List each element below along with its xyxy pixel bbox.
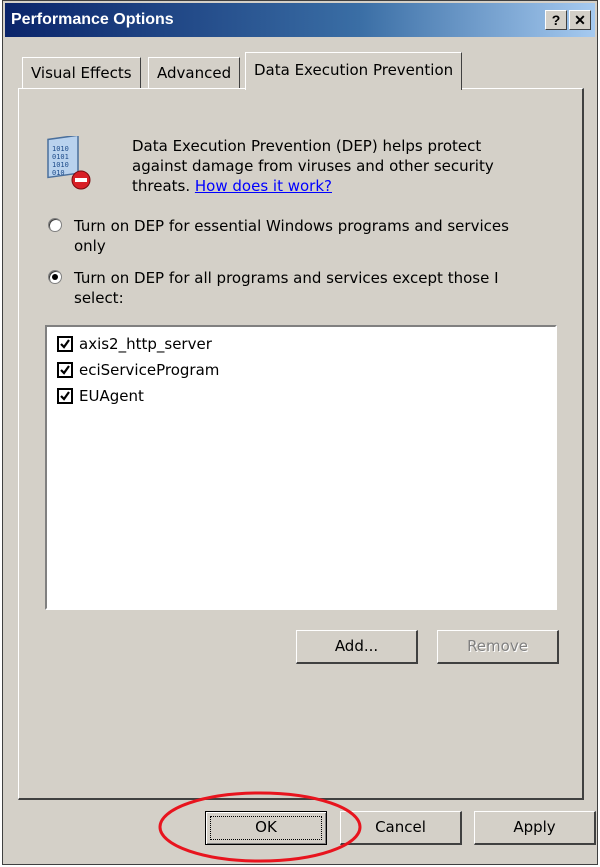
list-item-label: eciServiceProgram xyxy=(79,361,220,379)
radio-label: Turn on DEP for all programs and service… xyxy=(74,269,499,307)
tab-advanced[interactable]: Advanced xyxy=(148,57,241,88)
svg-text:1010: 1010 xyxy=(52,145,69,153)
focus-rectangle xyxy=(210,816,322,840)
dep-shield-icon: 1010 0101 1010 010 xyxy=(47,136,91,190)
dep-description: Data Execution Prevention (DEP) helps pr… xyxy=(132,136,532,196)
tab-visual-effects[interactable]: Visual Effects xyxy=(22,57,141,88)
list-item-label: axis2_http_server xyxy=(79,335,212,353)
radio-button[interactable] xyxy=(48,218,62,232)
add-button[interactable]: Add... xyxy=(296,630,418,664)
checkmark-icon xyxy=(60,391,70,401)
radio-label: Turn on DEP for essential Windows progra… xyxy=(74,217,509,255)
svg-text:010: 010 xyxy=(52,169,65,177)
list-item-label: EUAgent xyxy=(79,387,144,405)
tab-data-execution-prevention[interactable]: Data Execution Prevention xyxy=(245,52,463,90)
ok-button[interactable]: OK xyxy=(205,811,327,845)
help-button[interactable]: ? xyxy=(545,10,567,30)
remove-button[interactable]: Remove xyxy=(437,630,559,664)
svg-text:1010: 1010 xyxy=(52,161,69,169)
window-title: Performance Options xyxy=(11,11,174,28)
radio-selected-dot xyxy=(52,274,58,280)
apply-button[interactable]: Apply xyxy=(474,811,596,845)
checkbox[interactable] xyxy=(57,362,73,378)
checkmark-icon xyxy=(60,339,70,349)
checkbox[interactable] xyxy=(57,388,73,404)
svg-text:0101: 0101 xyxy=(52,153,69,161)
title-bar[interactable]: Performance Options ? ✕ xyxy=(5,3,595,37)
close-button[interactable]: ✕ xyxy=(569,10,591,30)
checkmark-icon xyxy=(60,365,70,375)
exceptions-listbox[interactable]: axis2_http_server eciServiceProgram EUAg… xyxy=(45,325,557,610)
radio-button[interactable] xyxy=(48,270,62,284)
cancel-button[interactable]: Cancel xyxy=(340,811,462,845)
how-does-it-work-link[interactable]: How does it work? xyxy=(195,177,332,195)
checkbox[interactable] xyxy=(57,336,73,352)
